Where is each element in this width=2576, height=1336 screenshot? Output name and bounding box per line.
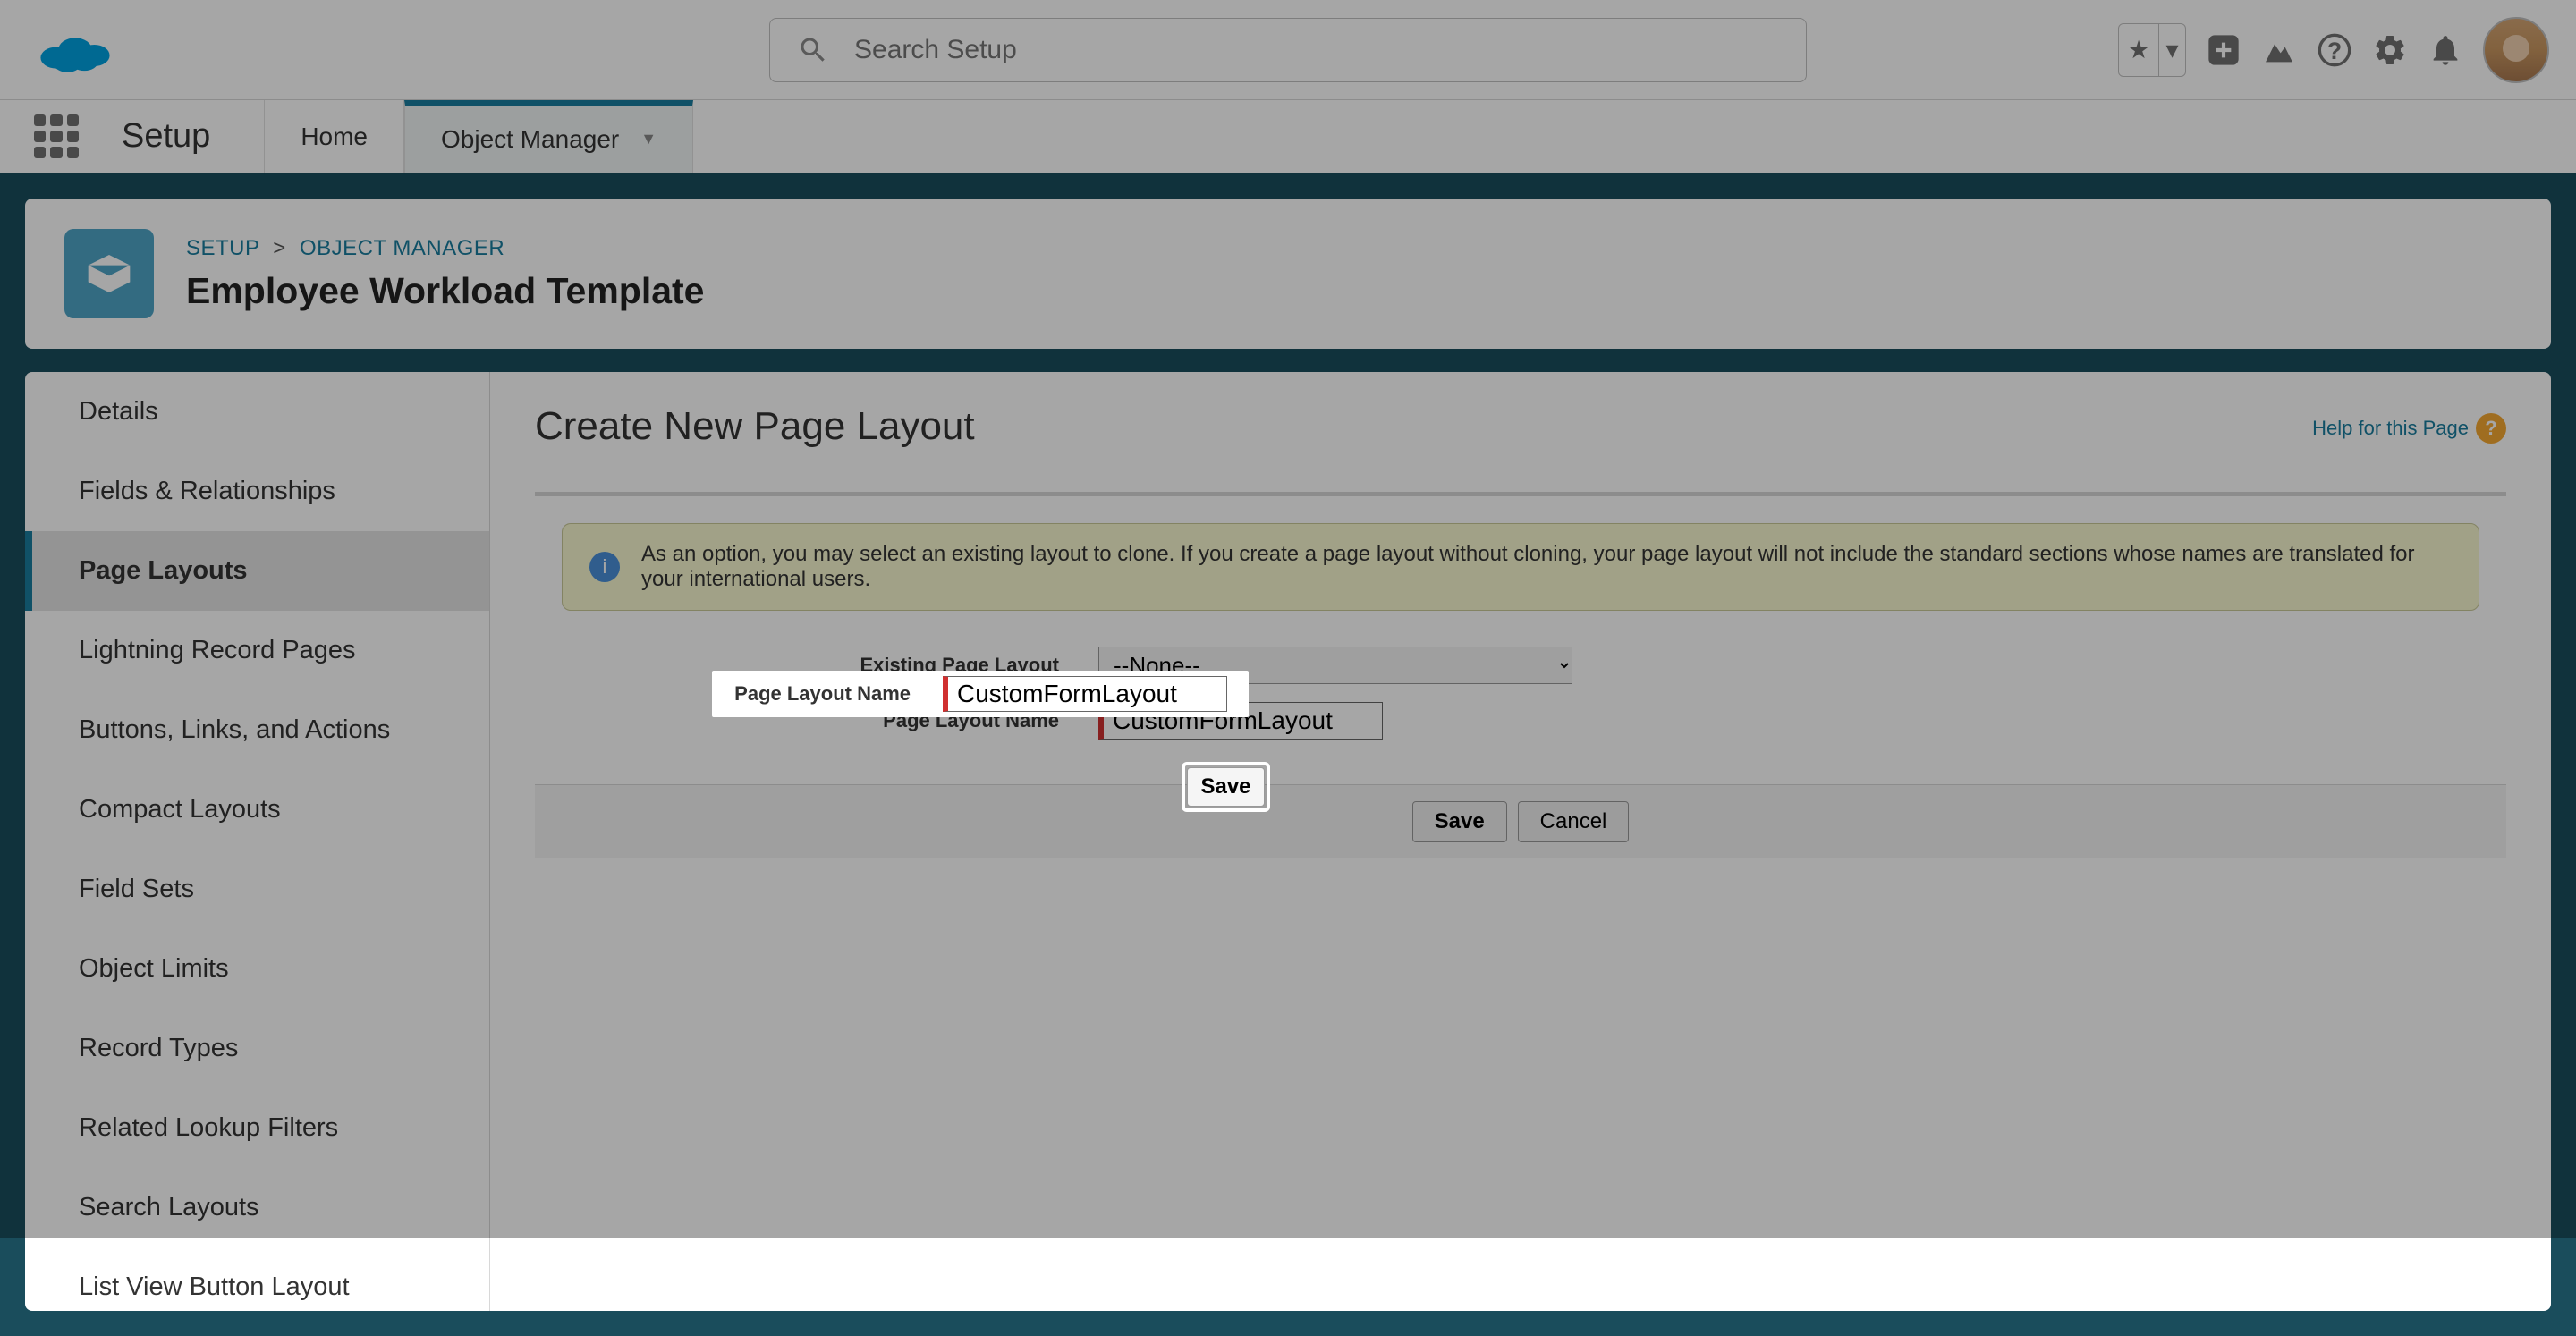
salesforce-logo[interactable]	[36, 23, 114, 77]
sidenav-object-limits[interactable]: Object Limits	[25, 929, 489, 1009]
favorite-group: ★ ▾	[2118, 23, 2186, 77]
button-row: Save Cancel	[535, 784, 2506, 858]
user-avatar[interactable]	[2483, 17, 2549, 83]
app-launcher-icon[interactable]	[34, 114, 79, 159]
tab-object-manager[interactable]: Object Manager ▼	[404, 100, 693, 173]
setup-app-name: Setup	[122, 117, 210, 156]
existing-layout-label: Existing Page Layout	[714, 654, 1098, 677]
breadcrumb-setup[interactable]: SETUP	[186, 236, 259, 260]
sidenav-page-layouts[interactable]: Page Layouts	[25, 531, 489, 611]
side-nav: Details Fields & Relationships Page Layo…	[25, 372, 490, 1311]
form-row-name: Page Layout Name	[535, 693, 2506, 748]
sidenav-search-layouts[interactable]: Search Layouts	[25, 1168, 489, 1247]
help-link[interactable]: Help for this Page	[2312, 417, 2469, 440]
main-content: Create New Page Layout Help for this Pag…	[490, 372, 2551, 1311]
tab-home-label: Home	[301, 123, 368, 151]
layout-name-input[interactable]	[1098, 702, 1383, 740]
sidenav-field-sets[interactable]: Field Sets	[25, 850, 489, 929]
info-banner: i As an option, you may select an existi…	[562, 523, 2479, 611]
existing-layout-select[interactable]: --None--	[1098, 647, 1572, 684]
form-row-existing: Existing Page Layout --None--	[535, 638, 2506, 693]
sidenav-lightning-pages[interactable]: Lightning Record Pages	[25, 611, 489, 690]
nav-bar: Setup Home Object Manager ▼	[0, 100, 2576, 173]
info-icon: i	[589, 552, 620, 582]
breadcrumb-object-manager[interactable]: OBJECT MANAGER	[300, 236, 504, 260]
sidenav-details[interactable]: Details	[25, 372, 489, 452]
content-wrap: SETUP > OBJECT MANAGER Employee Workload…	[0, 173, 2576, 1336]
chevron-down-icon: ▼	[640, 130, 657, 148]
favorite-star-button[interactable]: ★	[2119, 24, 2158, 76]
trailhead-icon[interactable]	[2261, 32, 2297, 68]
sidenav-list-view-button[interactable]: List View Button Layout	[25, 1247, 489, 1311]
main-panel: Details Fields & Relationships Page Layo…	[25, 372, 2551, 1311]
gear-icon[interactable]	[2372, 32, 2408, 68]
header-actions: ★ ▾ ?	[2118, 17, 2549, 83]
sidenav-record-types[interactable]: Record Types	[25, 1009, 489, 1088]
sidenav-fields[interactable]: Fields & Relationships	[25, 452, 489, 531]
favorite-dropdown-button[interactable]: ▾	[2158, 24, 2185, 76]
svg-text:?: ?	[2327, 38, 2342, 64]
save-button[interactable]: Save	[1412, 801, 1507, 842]
help-circle-icon[interactable]: ?	[2476, 413, 2506, 444]
search-setup-box[interactable]	[769, 18, 1807, 82]
layout-name-label: Page Layout Name	[714, 709, 1098, 732]
object-title: Employee Workload Template	[186, 270, 704, 312]
tab-object-manager-label: Object Manager	[441, 125, 619, 154]
cancel-button[interactable]: Cancel	[1518, 801, 1630, 842]
breadcrumb-separator: >	[273, 236, 286, 260]
global-header: ★ ▾ ?	[0, 0, 2576, 100]
notification-bell-icon[interactable]	[2428, 32, 2463, 68]
sidenav-compact-layouts[interactable]: Compact Layouts	[25, 770, 489, 850]
object-icon	[64, 229, 154, 318]
sidenav-lookup-filters[interactable]: Related Lookup Filters	[25, 1088, 489, 1168]
search-input[interactable]	[854, 35, 1779, 65]
tab-home[interactable]: Home	[264, 100, 404, 173]
info-text: As an option, you may select an existing…	[641, 542, 2452, 592]
sidenav-buttons-links[interactable]: Buttons, Links, and Actions	[25, 690, 489, 770]
form-section: i As an option, you may select an existi…	[535, 492, 2506, 858]
content-title: Create New Page Layout	[535, 404, 975, 449]
search-icon	[797, 34, 829, 66]
breadcrumb: SETUP > OBJECT MANAGER	[186, 236, 704, 261]
help-icon[interactable]: ?	[2317, 32, 2352, 68]
add-icon[interactable]	[2206, 32, 2241, 68]
page-header: SETUP > OBJECT MANAGER Employee Workload…	[25, 199, 2551, 349]
